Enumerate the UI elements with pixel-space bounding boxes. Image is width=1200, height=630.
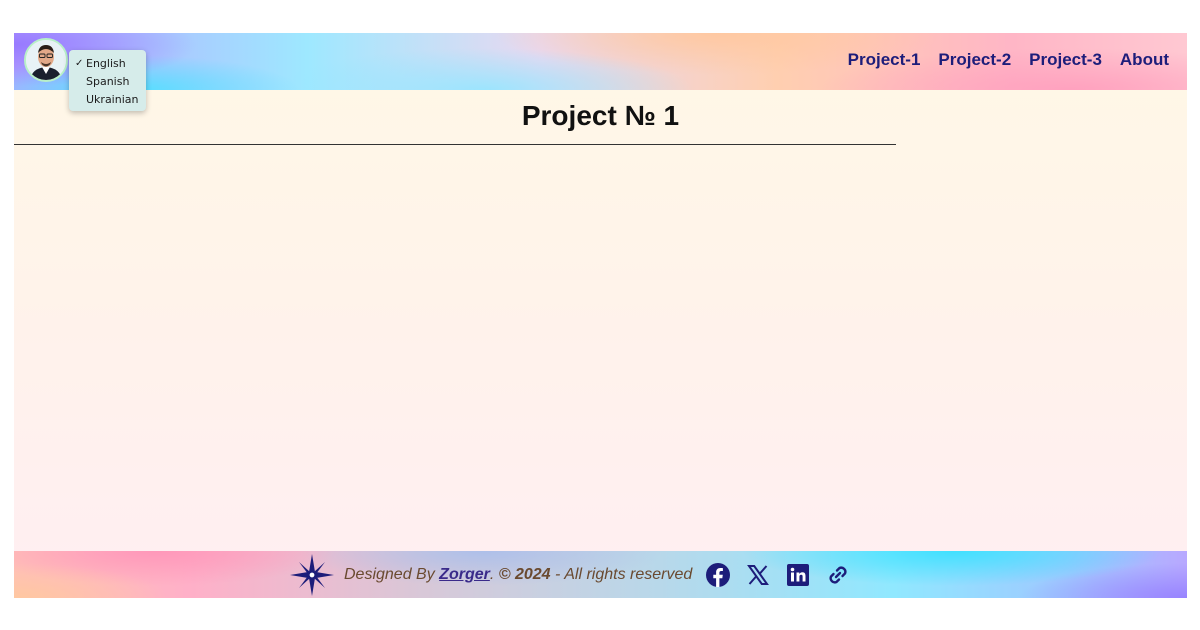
- compass-rose-icon: [290, 554, 334, 596]
- language-option-label: Ukrainian: [86, 93, 139, 106]
- footer-period: .: [489, 566, 495, 583]
- header: ✓ English Spanish Ukrainian Project-1 Pr…: [14, 33, 1187, 111]
- main-nav: Project-1 Project-2 Project-3 About: [848, 50, 1169, 70]
- footer: Designed By Zorger. © 2024 - All rights …: [14, 551, 1187, 598]
- nav-link-project-2[interactable]: Project-2: [938, 50, 1011, 70]
- footer-credit: Designed By Zorger. © 2024 - All rights …: [344, 566, 692, 584]
- language-option-label: English: [86, 57, 126, 70]
- avatar-portrait-icon: [26, 40, 66, 80]
- avatar[interactable]: [24, 38, 68, 82]
- footer-copyright-year: © 2024: [498, 566, 551, 583]
- checkmark-icon: ✓: [75, 58, 84, 69]
- facebook-icon[interactable]: [706, 563, 731, 587]
- nav-link-about[interactable]: About: [1120, 50, 1169, 70]
- page-title: Project № 1: [521, 100, 680, 131]
- linkedin-icon[interactable]: [786, 563, 810, 587]
- language-option-english[interactable]: ✓ English: [69, 55, 146, 73]
- social-links: [706, 563, 850, 587]
- footer-rights: - All rights reserved: [555, 566, 693, 583]
- nav-link-project-1[interactable]: Project-1: [848, 50, 921, 70]
- link-icon[interactable]: [826, 563, 850, 587]
- nav-link-project-3[interactable]: Project-3: [1029, 50, 1102, 70]
- footer-designed-by: Designed By: [344, 566, 435, 583]
- language-menu: ✓ English Spanish Ukrainian: [69, 50, 146, 111]
- language-option-spanish[interactable]: Spanish: [69, 73, 146, 91]
- language-option-ukrainian[interactable]: Ukrainian: [69, 91, 146, 109]
- title-divider: [14, 144, 896, 145]
- x-icon[interactable]: [746, 563, 770, 587]
- footer-author-link[interactable]: Zorger: [439, 566, 490, 583]
- language-option-label: Spanish: [86, 75, 130, 88]
- page: ✓ English Spanish Ukrainian Project-1 Pr…: [14, 33, 1187, 598]
